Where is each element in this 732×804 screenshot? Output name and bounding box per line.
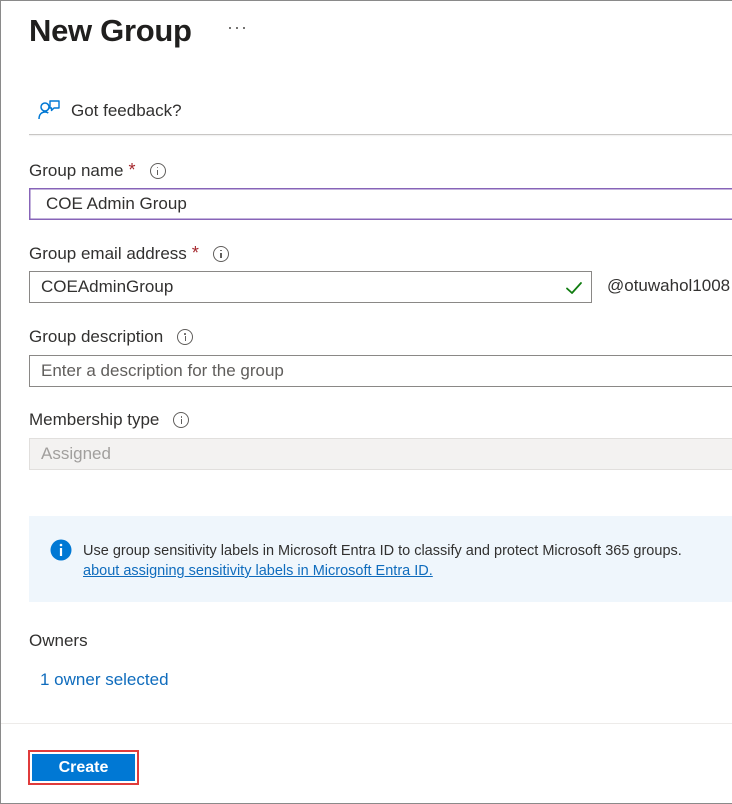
footer-divider: [1, 723, 732, 724]
header-divider: [29, 134, 732, 135]
group-email-input[interactable]: COEAdminGroup: [29, 271, 592, 303]
sensitivity-info-bar: Use group sensitivity labels in Microsof…: [29, 516, 732, 602]
info-icon[interactable]: [173, 412, 190, 428]
create-button[interactable]: Create: [32, 754, 135, 781]
new-group-panel: New Group ··· Got feedback? Group name *…: [0, 0, 732, 804]
owners-label: Owners: [29, 631, 88, 650]
group-name-input[interactable]: COE Admin Group: [29, 188, 732, 220]
email-domain-suffix: @otuwahol1008: [607, 276, 731, 295]
info-filled-icon: [50, 539, 72, 561]
group-description-label: Group description: [29, 327, 194, 347]
info-icon[interactable]: [212, 245, 229, 262]
group-name-label-text: Group name: [29, 160, 124, 180]
group-description-input[interactable]: Enter a description for the group: [29, 355, 732, 387]
membership-type-label: Membership type: [29, 410, 190, 430]
info-bar-text: Use group sensitivity labels in Microsof…: [83, 543, 682, 559]
membership-type-value: Assigned: [41, 444, 111, 463]
sensitivity-labels-link[interactable]: about assigning sensitivity labels in Mi…: [83, 561, 682, 581]
group-email-label-text: Group email address: [29, 243, 187, 263]
checkmark-icon: [566, 282, 582, 294]
required-marker: *: [191, 243, 199, 263]
membership-type-label-text: Membership type: [29, 410, 160, 429]
group-email-label: Group email address *: [29, 243, 229, 264]
group-description-label-text: Group description: [29, 327, 164, 346]
info-icon[interactable]: [149, 162, 166, 179]
group-description-placeholder: Enter a description for the group: [41, 361, 284, 380]
group-name-label: Group name *: [29, 160, 166, 181]
more-options-button[interactable]: ···: [227, 17, 248, 38]
create-button-highlight: Create: [28, 750, 139, 785]
feedback-person-icon: [38, 100, 60, 120]
info-icon[interactable]: [177, 329, 194, 345]
feedback-label: Got feedback?: [71, 101, 182, 120]
required-marker: *: [128, 160, 136, 180]
owners-link[interactable]: 1 owner selected: [40, 670, 169, 690]
membership-type-dropdown: Assigned: [29, 438, 732, 470]
group-email-value: COEAdminGroup: [41, 277, 174, 296]
page-title: New Group: [29, 13, 192, 48]
feedback-button[interactable]: Got feedback?: [37, 97, 182, 125]
group-name-value: COE Admin Group: [46, 194, 187, 213]
